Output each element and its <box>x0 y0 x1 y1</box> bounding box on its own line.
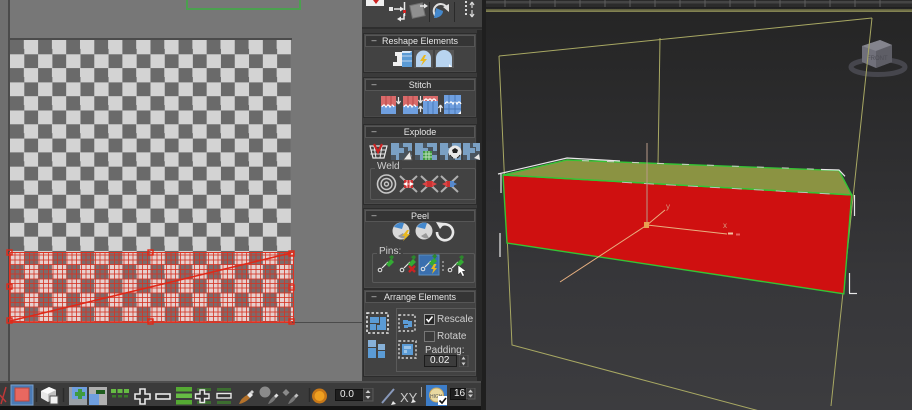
svg-text:FRONT: FRONT <box>867 56 888 62</box>
svg-text:XY: XY <box>400 390 418 405</box>
svg-text:y: y <box>666 202 670 211</box>
svg-text:x: x <box>723 221 727 230</box>
